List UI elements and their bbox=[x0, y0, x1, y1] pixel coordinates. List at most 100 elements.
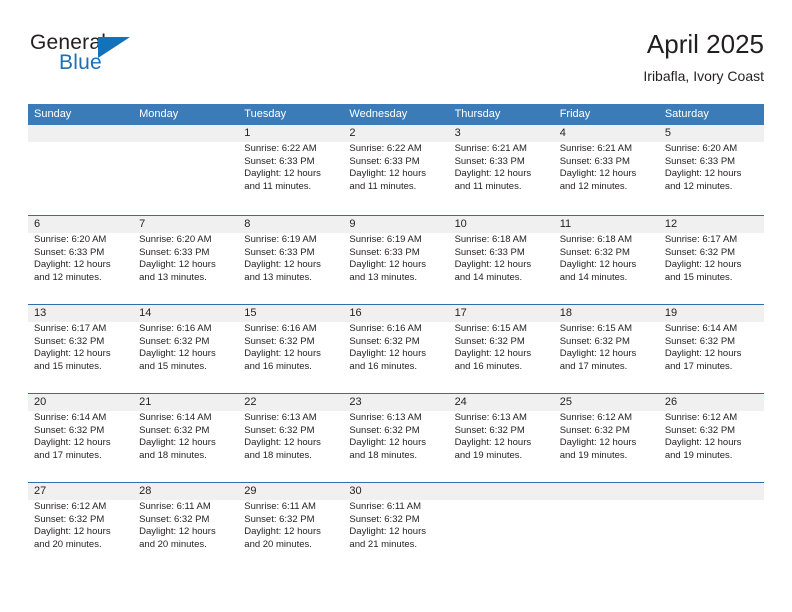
day-daylight1-text: Daylight: 12 hours bbox=[139, 259, 216, 271]
day-sunrise-text: Sunrise: 6:22 AM bbox=[244, 143, 317, 154]
calendar-week-cells: 1 Sunrise: 6:22 AM Sunset: 6:33 PM Daylight… bbox=[28, 125, 764, 215]
day-number: 28 bbox=[139, 485, 152, 497]
day-sunset-text: Sunset: 6:32 PM bbox=[139, 335, 210, 347]
day-sun-info: Sunrise: 6:12 AM Sunset: 6:32 PM Daylight:… bbox=[665, 412, 760, 462]
day-sunset-text: Sunset: 6:32 PM bbox=[349, 335, 420, 347]
day-sun-info: Sunrise: 6:14 AM Sunset: 6:32 PM Daylight:… bbox=[34, 412, 129, 462]
day-sunrise-text: Sunrise: 6:20 AM bbox=[34, 234, 107, 245]
day-number: 21 bbox=[139, 396, 152, 408]
page-title: April 2025 bbox=[646, 29, 764, 59]
day-sun-info: Sunrise: 6:17 AM Sunset: 6:32 PM Daylight:… bbox=[665, 234, 760, 284]
calendar-day-cell[interactable]: 16 Sunrise: 6:16 AM Sunset: 6:32 PM Dayligh… bbox=[343, 305, 448, 393]
day-sun-info: Sunrise: 6:15 AM Sunset: 6:32 PM Daylight:… bbox=[455, 323, 550, 373]
day-sunrise-text: Sunrise: 6:18 AM bbox=[454, 234, 527, 245]
day-daylight2-text: and 16 minutes. bbox=[454, 360, 523, 372]
calendar-day-cell[interactable]: 21 Sunrise: 6:14 AM Sunset: 6:32 PM Dayligh… bbox=[133, 394, 238, 482]
calendar-week-cells: 27 Sunrise: 6:12 AM Sunset: 6:32 PM Dayligh… bbox=[28, 483, 764, 569]
day-daylight2-text: and 18 minutes. bbox=[244, 449, 312, 461]
day-sunrise-text: Sunrise: 6:18 AM bbox=[559, 234, 633, 245]
calendar-day-cell[interactable]: 8 Sunrise: 6:19 AM Sunset: 6:33 PM Daylight… bbox=[238, 216, 343, 304]
calendar-day-cell[interactable]: 5 Sunrise: 6:20 AM Sunset: 6:33 PM Daylight… bbox=[659, 125, 764, 215]
day-sunrise-text: Sunrise: 6:12 AM bbox=[34, 501, 107, 512]
day-sunrise-text: Sunrise: 6:16 AM bbox=[244, 323, 317, 334]
day-sunset-text: Sunset: 6:32 PM bbox=[349, 424, 420, 436]
day-sunset-text: Sunset: 6:33 PM bbox=[34, 246, 105, 258]
day-daylight2-text: and 13 minutes. bbox=[244, 271, 312, 283]
day-sun-info: Sunrise: 6:20 AM Sunset: 6:33 PM Daylight:… bbox=[665, 143, 760, 193]
day-daylight1-text: Daylight: 12 hours bbox=[244, 168, 321, 180]
calendar-day-cell[interactable]: 29 Sunrise: 6:11 AM Sunset: 6:32 PM Dayligh… bbox=[238, 483, 343, 569]
day-sunrise-text: Sunrise: 6:14 AM bbox=[139, 412, 212, 423]
day-sun-info: Sunrise: 6:14 AM Sunset: 6:32 PM Daylight:… bbox=[665, 323, 760, 373]
day-sun-info: Sunrise: 6:17 AM Sunset: 6:32 PM Daylight:… bbox=[34, 323, 129, 373]
calendar-day-cell[interactable]: 25 Sunrise: 6:12 AM Sunset: 6:32 PM Dayligh… bbox=[554, 394, 659, 482]
day-number bbox=[139, 125, 234, 141]
day-daylight1-text: Daylight: 12 hours bbox=[244, 348, 321, 360]
day-number: 25 bbox=[559, 396, 572, 408]
day-sunrise-text: Sunrise: 6:15 AM bbox=[559, 323, 633, 334]
calendar-day-cell[interactable]: 4 Sunrise: 6:21 AM Sunset: 6:33 PM Daylight… bbox=[554, 125, 659, 215]
calendar-day-cell[interactable]: 24 Sunrise: 6:13 AM Sunset: 6:32 PM Dayligh… bbox=[449, 394, 554, 482]
day-number: 13 bbox=[34, 307, 47, 319]
day-daylight2-text: and 18 minutes. bbox=[349, 449, 418, 461]
calendar-day-cell[interactable]: 6 Sunrise: 6:20 AM Sunset: 6:33 PM Daylight… bbox=[28, 216, 133, 304]
day-sun-info: Sunrise: 6:21 AM Sunset: 6:33 PM Daylight:… bbox=[455, 143, 550, 193]
calendar-day-cell[interactable]: 30 Sunrise: 6:11 AM Sunset: 6:32 PM Dayligh… bbox=[343, 483, 448, 569]
calendar-day-cell[interactable]: 11 Sunrise: 6:18 AM Sunset: 6:32 PM Dayligh… bbox=[554, 216, 659, 304]
day-sunset-text: Sunset: 6:32 PM bbox=[34, 424, 105, 436]
calendar-day-cell[interactable]: 23 Sunrise: 6:13 AM Sunset: 6:32 PM Dayligh… bbox=[343, 394, 448, 482]
day-daylight1-text: Daylight: 12 hours bbox=[349, 168, 426, 180]
day-sunset-text: Sunset: 6:32 PM bbox=[664, 335, 736, 347]
calendar-week-row: 1 Sunrise: 6:22 AM Sunset: 6:33 PM Daylight… bbox=[28, 125, 764, 215]
calendar-empty-cell bbox=[554, 483, 659, 569]
day-daylight2-text: and 16 minutes. bbox=[349, 360, 418, 372]
day-sunset-text: Sunset: 6:32 PM bbox=[454, 424, 525, 436]
day-daylight2-text: and 12 minutes. bbox=[664, 180, 733, 192]
calendar-day-cell[interactable]: 27 Sunrise: 6:12 AM Sunset: 6:32 PM Dayligh… bbox=[28, 483, 133, 569]
calendar-day-cell[interactable]: 17 Sunrise: 6:15 AM Sunset: 6:32 PM Dayligh… bbox=[449, 305, 554, 393]
calendar-day-cell[interactable]: 18 Sunrise: 6:15 AM Sunset: 6:32 PM Dayligh… bbox=[554, 305, 659, 393]
day-daylight1-text: Daylight: 12 hours bbox=[139, 348, 216, 360]
day-daylight2-text: and 14 minutes. bbox=[559, 271, 628, 283]
calendar-day-cell[interactable]: 7 Sunrise: 6:20 AM Sunset: 6:33 PM Daylight… bbox=[133, 216, 238, 304]
day-daylight2-text: and 12 minutes. bbox=[559, 180, 628, 192]
day-daylight1-text: Daylight: 12 hours bbox=[664, 168, 742, 180]
day-sunset-text: Sunset: 6:33 PM bbox=[664, 155, 736, 167]
calendar-day-cell[interactable]: 1 Sunrise: 6:22 AM Sunset: 6:33 PM Daylight… bbox=[238, 125, 343, 215]
calendar-day-cell[interactable]: 2 Sunrise: 6:22 AM Sunset: 6:33 PM Daylight… bbox=[343, 125, 448, 215]
day-sunrise-text: Sunrise: 6:13 AM bbox=[244, 412, 317, 423]
calendar-day-cell[interactable]: 22 Sunrise: 6:13 AM Sunset: 6:32 PM Dayligh… bbox=[238, 394, 343, 482]
calendar-empty-cell bbox=[28, 125, 133, 215]
day-sunrise-text: Sunrise: 6:15 AM bbox=[454, 323, 527, 334]
calendar-day-cell[interactable]: 15 Sunrise: 6:16 AM Sunset: 6:32 PM Dayligh… bbox=[238, 305, 343, 393]
day-number: 5 bbox=[664, 127, 671, 139]
day-number: 22 bbox=[244, 396, 257, 408]
day-sun-info: Sunrise: 6:12 AM Sunset: 6:32 PM Daylight:… bbox=[34, 501, 129, 551]
calendar-week-row: 20 Sunrise: 6:14 AM Sunset: 6:32 PM Dayligh… bbox=[28, 393, 764, 482]
day-daylight2-text: and 17 minutes. bbox=[34, 449, 102, 461]
day-daylight2-text: and 21 minutes. bbox=[349, 538, 418, 550]
calendar-day-cell[interactable]: 28 Sunrise: 6:11 AM Sunset: 6:32 PM Dayligh… bbox=[133, 483, 238, 569]
weekday-header-wednesday: Wednesday bbox=[349, 108, 408, 120]
calendar-day-cell[interactable]: 9 Sunrise: 6:19 AM Sunset: 6:33 PM Daylight… bbox=[343, 216, 448, 304]
calendar-day-cell[interactable]: 10 Sunrise: 6:18 AM Sunset: 6:33 PM Dayligh… bbox=[449, 216, 554, 304]
general-blue-logo[interactable]: General Blue bbox=[30, 31, 150, 81]
calendar-day-cell[interactable]: 13 Sunrise: 6:17 AM Sunset: 6:32 PM Dayligh… bbox=[28, 305, 133, 393]
day-daylight1-text: Daylight: 12 hours bbox=[454, 259, 532, 271]
day-number: 18 bbox=[559, 307, 572, 319]
day-sun-info: Sunrise: 6:13 AM Sunset: 6:32 PM Daylight:… bbox=[349, 412, 444, 462]
day-number: 24 bbox=[454, 396, 467, 408]
calendar-day-cell[interactable]: 26 Sunrise: 6:12 AM Sunset: 6:32 PM Dayligh… bbox=[659, 394, 764, 482]
calendar-day-cell[interactable]: 12 Sunrise: 6:17 AM Sunset: 6:32 PM Dayligh… bbox=[659, 216, 764, 304]
day-sunrise-text: Sunrise: 6:17 AM bbox=[664, 234, 738, 245]
day-number: 26 bbox=[664, 396, 678, 408]
day-sunrise-text: Sunrise: 6:13 AM bbox=[349, 412, 422, 423]
day-sunset-text: Sunset: 6:32 PM bbox=[34, 513, 105, 525]
calendar-empty-cell bbox=[133, 125, 238, 215]
day-number: 6 bbox=[34, 218, 41, 230]
calendar-day-cell[interactable]: 19 Sunrise: 6:14 AM Sunset: 6:32 PM Dayligh… bbox=[659, 305, 764, 393]
calendar-day-cell[interactable]: 3 Sunrise: 6:21 AM Sunset: 6:33 PM Daylight… bbox=[449, 125, 554, 215]
day-daylight2-text: and 20 minutes. bbox=[244, 538, 312, 550]
calendar-day-cell[interactable]: 14 Sunrise: 6:16 AM Sunset: 6:32 PM Dayligh… bbox=[133, 305, 238, 393]
calendar-day-cell[interactable]: 20 Sunrise: 6:14 AM Sunset: 6:32 PM Dayligh… bbox=[28, 394, 133, 482]
